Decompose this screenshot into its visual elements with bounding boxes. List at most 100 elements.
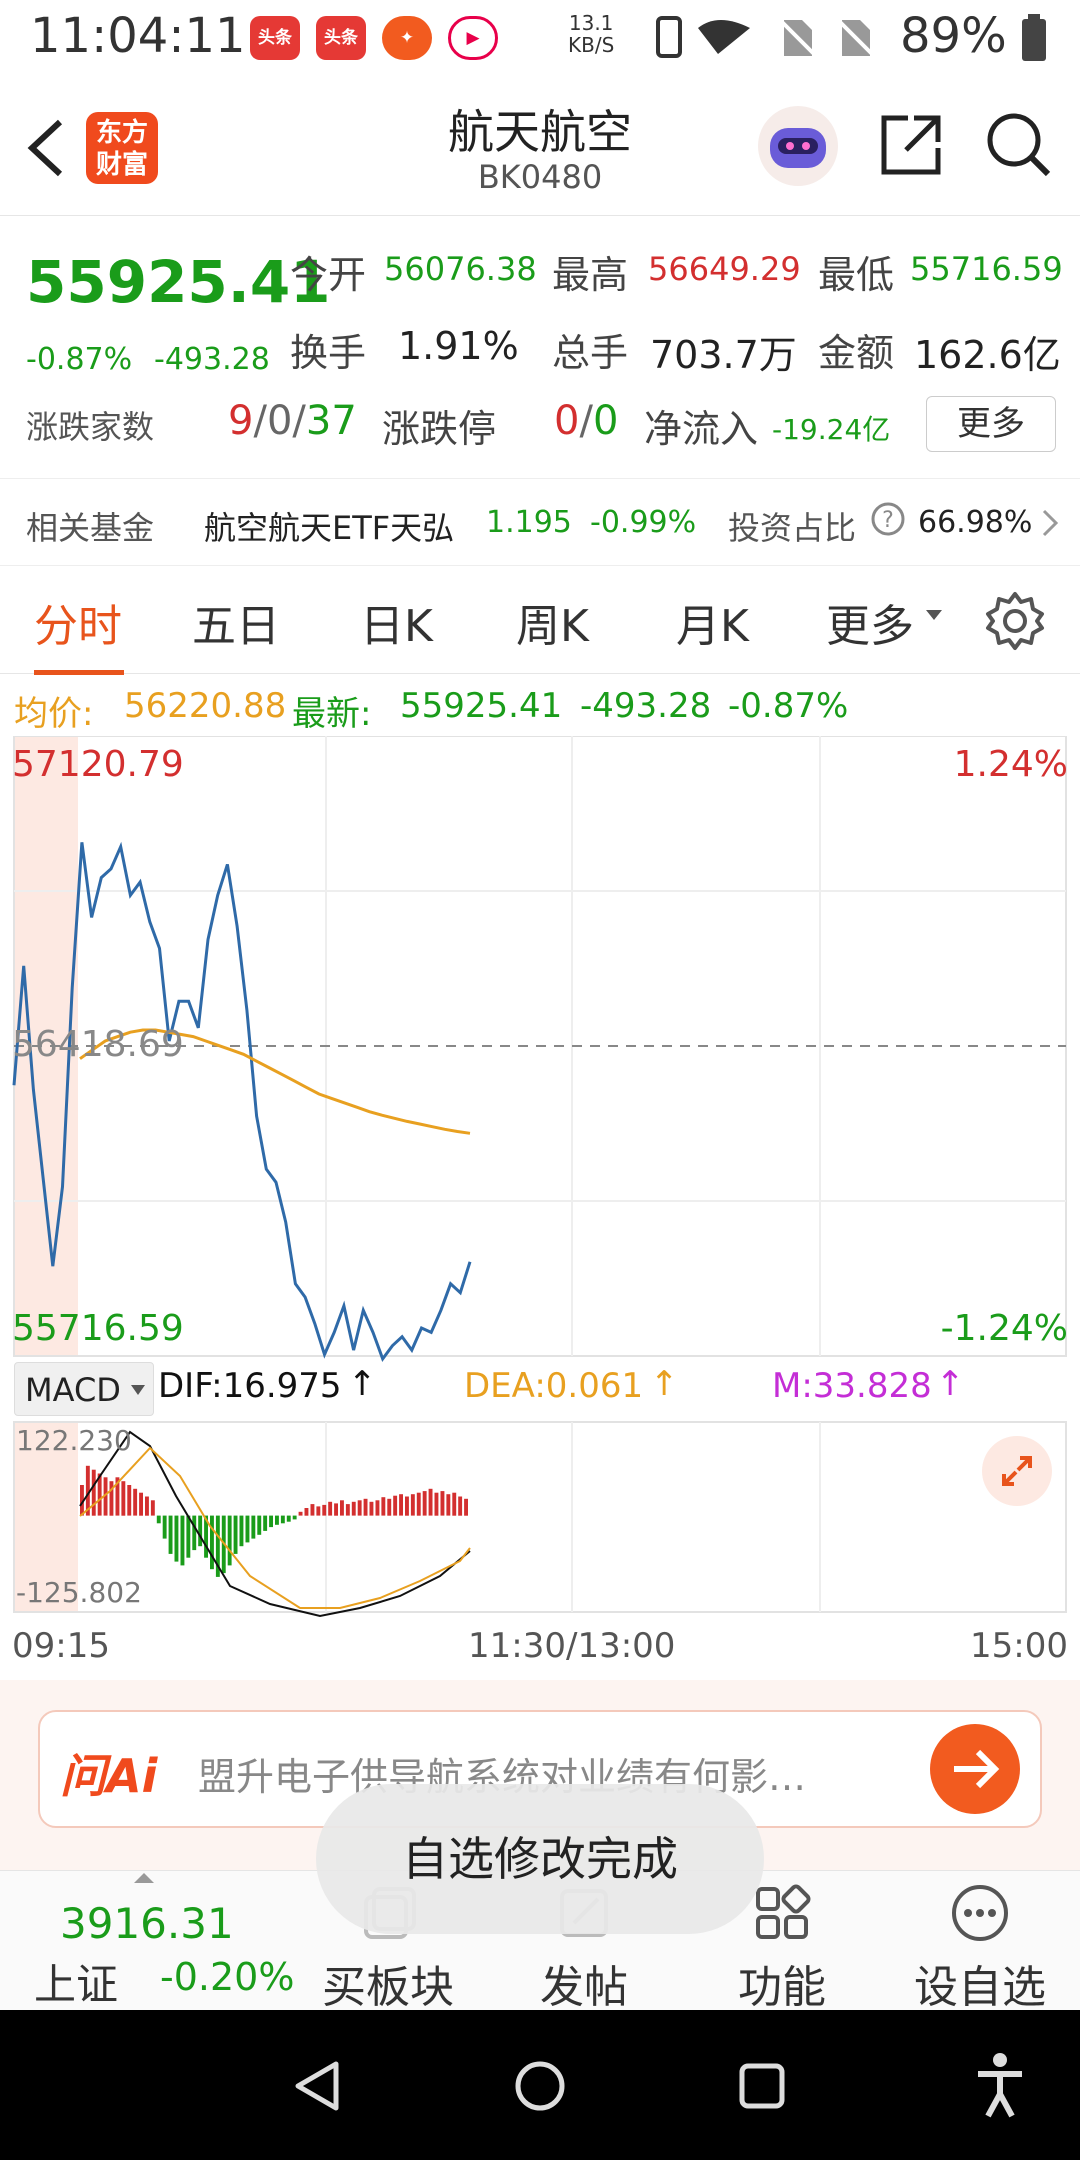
limit-label: 涨跌停 — [382, 407, 497, 451]
latest-price-value: 55925.41 — [400, 686, 563, 726]
tab-five-day[interactable]: 五日 — [192, 590, 280, 654]
related-fund-row[interactable]: 相关基金 航空航天ETF天弘 1.195 -0.99% 投资占比 ? 66.98… — [0, 478, 1080, 566]
macd-bar — [139, 1492, 143, 1516]
macd-bar — [304, 1508, 309, 1516]
macd-bar — [357, 1500, 362, 1516]
toast-message: 自选修改完成 — [316, 1784, 764, 1934]
gear-icon[interactable] — [984, 590, 1046, 652]
ask-ai-logo: 问Ai — [60, 1749, 158, 1803]
avg-price-label: 均价: — [14, 694, 94, 734]
macd-bar — [180, 1515, 185, 1566]
dropdown-triangle-icon — [926, 610, 942, 620]
help-icon[interactable]: ? — [870, 501, 906, 537]
share-icon[interactable] — [878, 112, 944, 178]
macd-bar — [298, 1511, 303, 1516]
avg-price-value: 56220.88 — [124, 686, 287, 726]
macd-bar — [174, 1515, 179, 1562]
ask-ai-submit-button[interactable] — [930, 1724, 1020, 1814]
expand-button[interactable] — [982, 1436, 1052, 1506]
tab-more[interactable]: 更多 — [826, 590, 914, 654]
macd-bar — [345, 1504, 350, 1516]
macd-bar — [121, 1481, 126, 1516]
toutiao-app-icon-2: 头条 — [316, 16, 366, 60]
index-ticker[interactable]: 3916.31 上证 -0.20% — [20, 1871, 300, 2011]
accessibility-icon[interactable] — [970, 2050, 1030, 2120]
macd-bar — [239, 1515, 244, 1547]
volume-value: 703.7万 — [650, 333, 797, 377]
macd-bar — [292, 1515, 297, 1520]
macd-bar — [340, 1500, 344, 1516]
index-name: 上证 — [34, 1960, 119, 2009]
macd-bar — [127, 1485, 132, 1516]
macd-bar — [227, 1515, 232, 1566]
ai-robot-icon[interactable] — [756, 104, 840, 188]
chart-tabs: 分时 五日 日K 周K 月K 更多 — [0, 566, 1080, 675]
system-nav-bar — [0, 2010, 1080, 2160]
index-change: -0.20% — [160, 1955, 295, 1999]
macd-bar — [387, 1498, 392, 1516]
macd-bar — [269, 1515, 273, 1528]
functions-label: 功能 — [738, 1962, 826, 2013]
fund-name[interactable]: 航空航天ETF天弘 — [204, 503, 454, 549]
m-value: M:33.828 — [772, 1366, 932, 1406]
tab-monthly-k[interactable]: 月K — [676, 590, 749, 654]
battery-percent: 89% — [900, 8, 1007, 64]
video-app-icon: ▶ — [448, 16, 498, 60]
fund-price: 1.195 — [486, 505, 572, 540]
macd-bar — [440, 1491, 445, 1516]
price-min-label: 55716.59 — [12, 1308, 184, 1349]
status-icons — [656, 16, 878, 60]
turnover-label: 换手 — [290, 331, 367, 375]
price-max-label: 57120.79 — [12, 744, 184, 785]
tab-intraday[interactable]: 分时 — [34, 590, 122, 654]
tab-weekly-k[interactable]: 周K — [516, 590, 589, 654]
macd-bar — [434, 1492, 439, 1516]
low-value: 55716.59 — [910, 250, 1063, 288]
macd-bar — [363, 1498, 368, 1516]
intraday-chart[interactable]: 57120.79 1.24% 56418.69 55716.59 -1.24% … — [0, 736, 1080, 1686]
volume-label: 总手 — [552, 331, 629, 375]
status-bar: 11:04:11 头条 头条 ✦ ▶ 13.1 KB/S 89% — [0, 0, 1080, 76]
macd-bar — [162, 1515, 167, 1539]
latest-change-value: -493.28 — [580, 686, 712, 726]
nav-recents-icon[interactable] — [734, 2058, 790, 2114]
macd-min-label: -125.802 — [16, 1576, 142, 1609]
nav-back-icon[interactable] — [290, 2058, 346, 2114]
index-value: 3916.31 — [60, 1899, 234, 1948]
fund-ratio-label: 投资占比 — [728, 509, 857, 547]
more-button[interactable]: 更多 — [926, 396, 1056, 452]
time-end-label: 15:00 — [970, 1626, 1068, 1666]
buy-sector-label: 买板块 — [322, 1962, 454, 2013]
open-value: 56076.38 — [384, 250, 537, 288]
search-icon[interactable] — [984, 110, 1054, 180]
macd-bar — [422, 1491, 427, 1516]
macd-bar — [310, 1504, 315, 1516]
dropdown-arrow-icon — [131, 1385, 145, 1395]
time-start-label: 09:15 — [12, 1626, 110, 1666]
change-amount: -493.28 — [154, 342, 270, 377]
active-tab-indicator — [34, 670, 124, 675]
macd-bar — [91, 1469, 96, 1516]
macd-bar — [280, 1515, 285, 1524]
add-watchlist-button[interactable]: 设自选 — [890, 1871, 1070, 2013]
chart-canvas[interactable] — [0, 736, 1080, 1686]
svg-text:?: ? — [882, 508, 894, 533]
macd-bar — [109, 1481, 114, 1516]
nav-home-icon[interactable] — [512, 2058, 568, 2114]
low-label: 最低 — [818, 253, 895, 297]
pct-max-label: 1.24% — [953, 744, 1068, 785]
macd-bar — [257, 1515, 262, 1535]
macd-bar — [210, 1515, 214, 1570]
pct-min-label: -1.24% — [940, 1308, 1068, 1349]
expand-icon — [1002, 1456, 1032, 1486]
tab-daily-k[interactable]: 日K — [360, 590, 433, 654]
fund-change: -0.99% — [590, 505, 697, 540]
macd-selector[interactable]: MACD — [14, 1362, 154, 1416]
macd-bar — [198, 1515, 203, 1547]
dif-up-arrow-icon: ↑ — [348, 1364, 377, 1404]
macd-bar — [393, 1495, 398, 1516]
macd-bar — [245, 1515, 250, 1543]
dea-up-arrow-icon: ↑ — [650, 1364, 679, 1404]
current-price: 55925.41 — [26, 248, 331, 316]
macd-bar — [381, 1497, 386, 1516]
